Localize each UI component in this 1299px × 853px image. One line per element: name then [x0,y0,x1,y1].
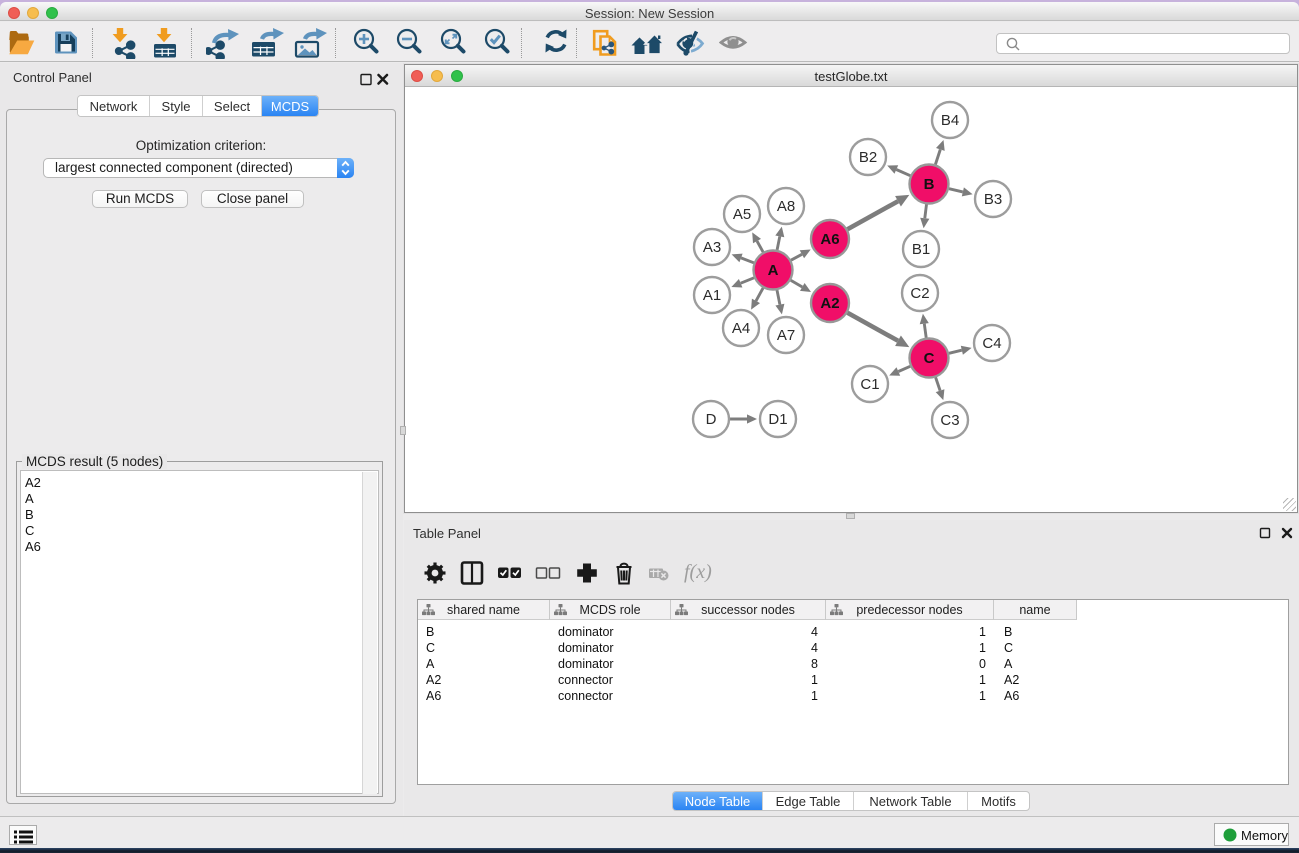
svg-text:A5: A5 [733,206,751,223]
svg-text:B: B [924,176,935,193]
svg-text:B1: B1 [912,241,930,258]
svg-text:C: C [924,350,935,367]
svg-text:D: D [706,411,717,428]
svg-text:A6: A6 [820,231,839,248]
svg-text:B3: B3 [984,191,1002,208]
svg-text:C2: C2 [910,285,929,302]
svg-text:A1: A1 [703,287,721,304]
svg-text:A4: A4 [732,320,750,337]
svg-text:A3: A3 [703,239,721,256]
svg-text:B4: B4 [941,112,959,129]
svg-text:A2: A2 [820,295,839,312]
svg-text:A7: A7 [777,327,795,344]
svg-text:C4: C4 [982,335,1001,352]
svg-text:A8: A8 [777,198,795,215]
svg-text:A: A [768,262,779,279]
svg-text:B2: B2 [859,149,877,166]
svg-text:D1: D1 [768,411,787,428]
svg-text:C1: C1 [860,376,879,393]
svg-text:C3: C3 [940,412,959,429]
